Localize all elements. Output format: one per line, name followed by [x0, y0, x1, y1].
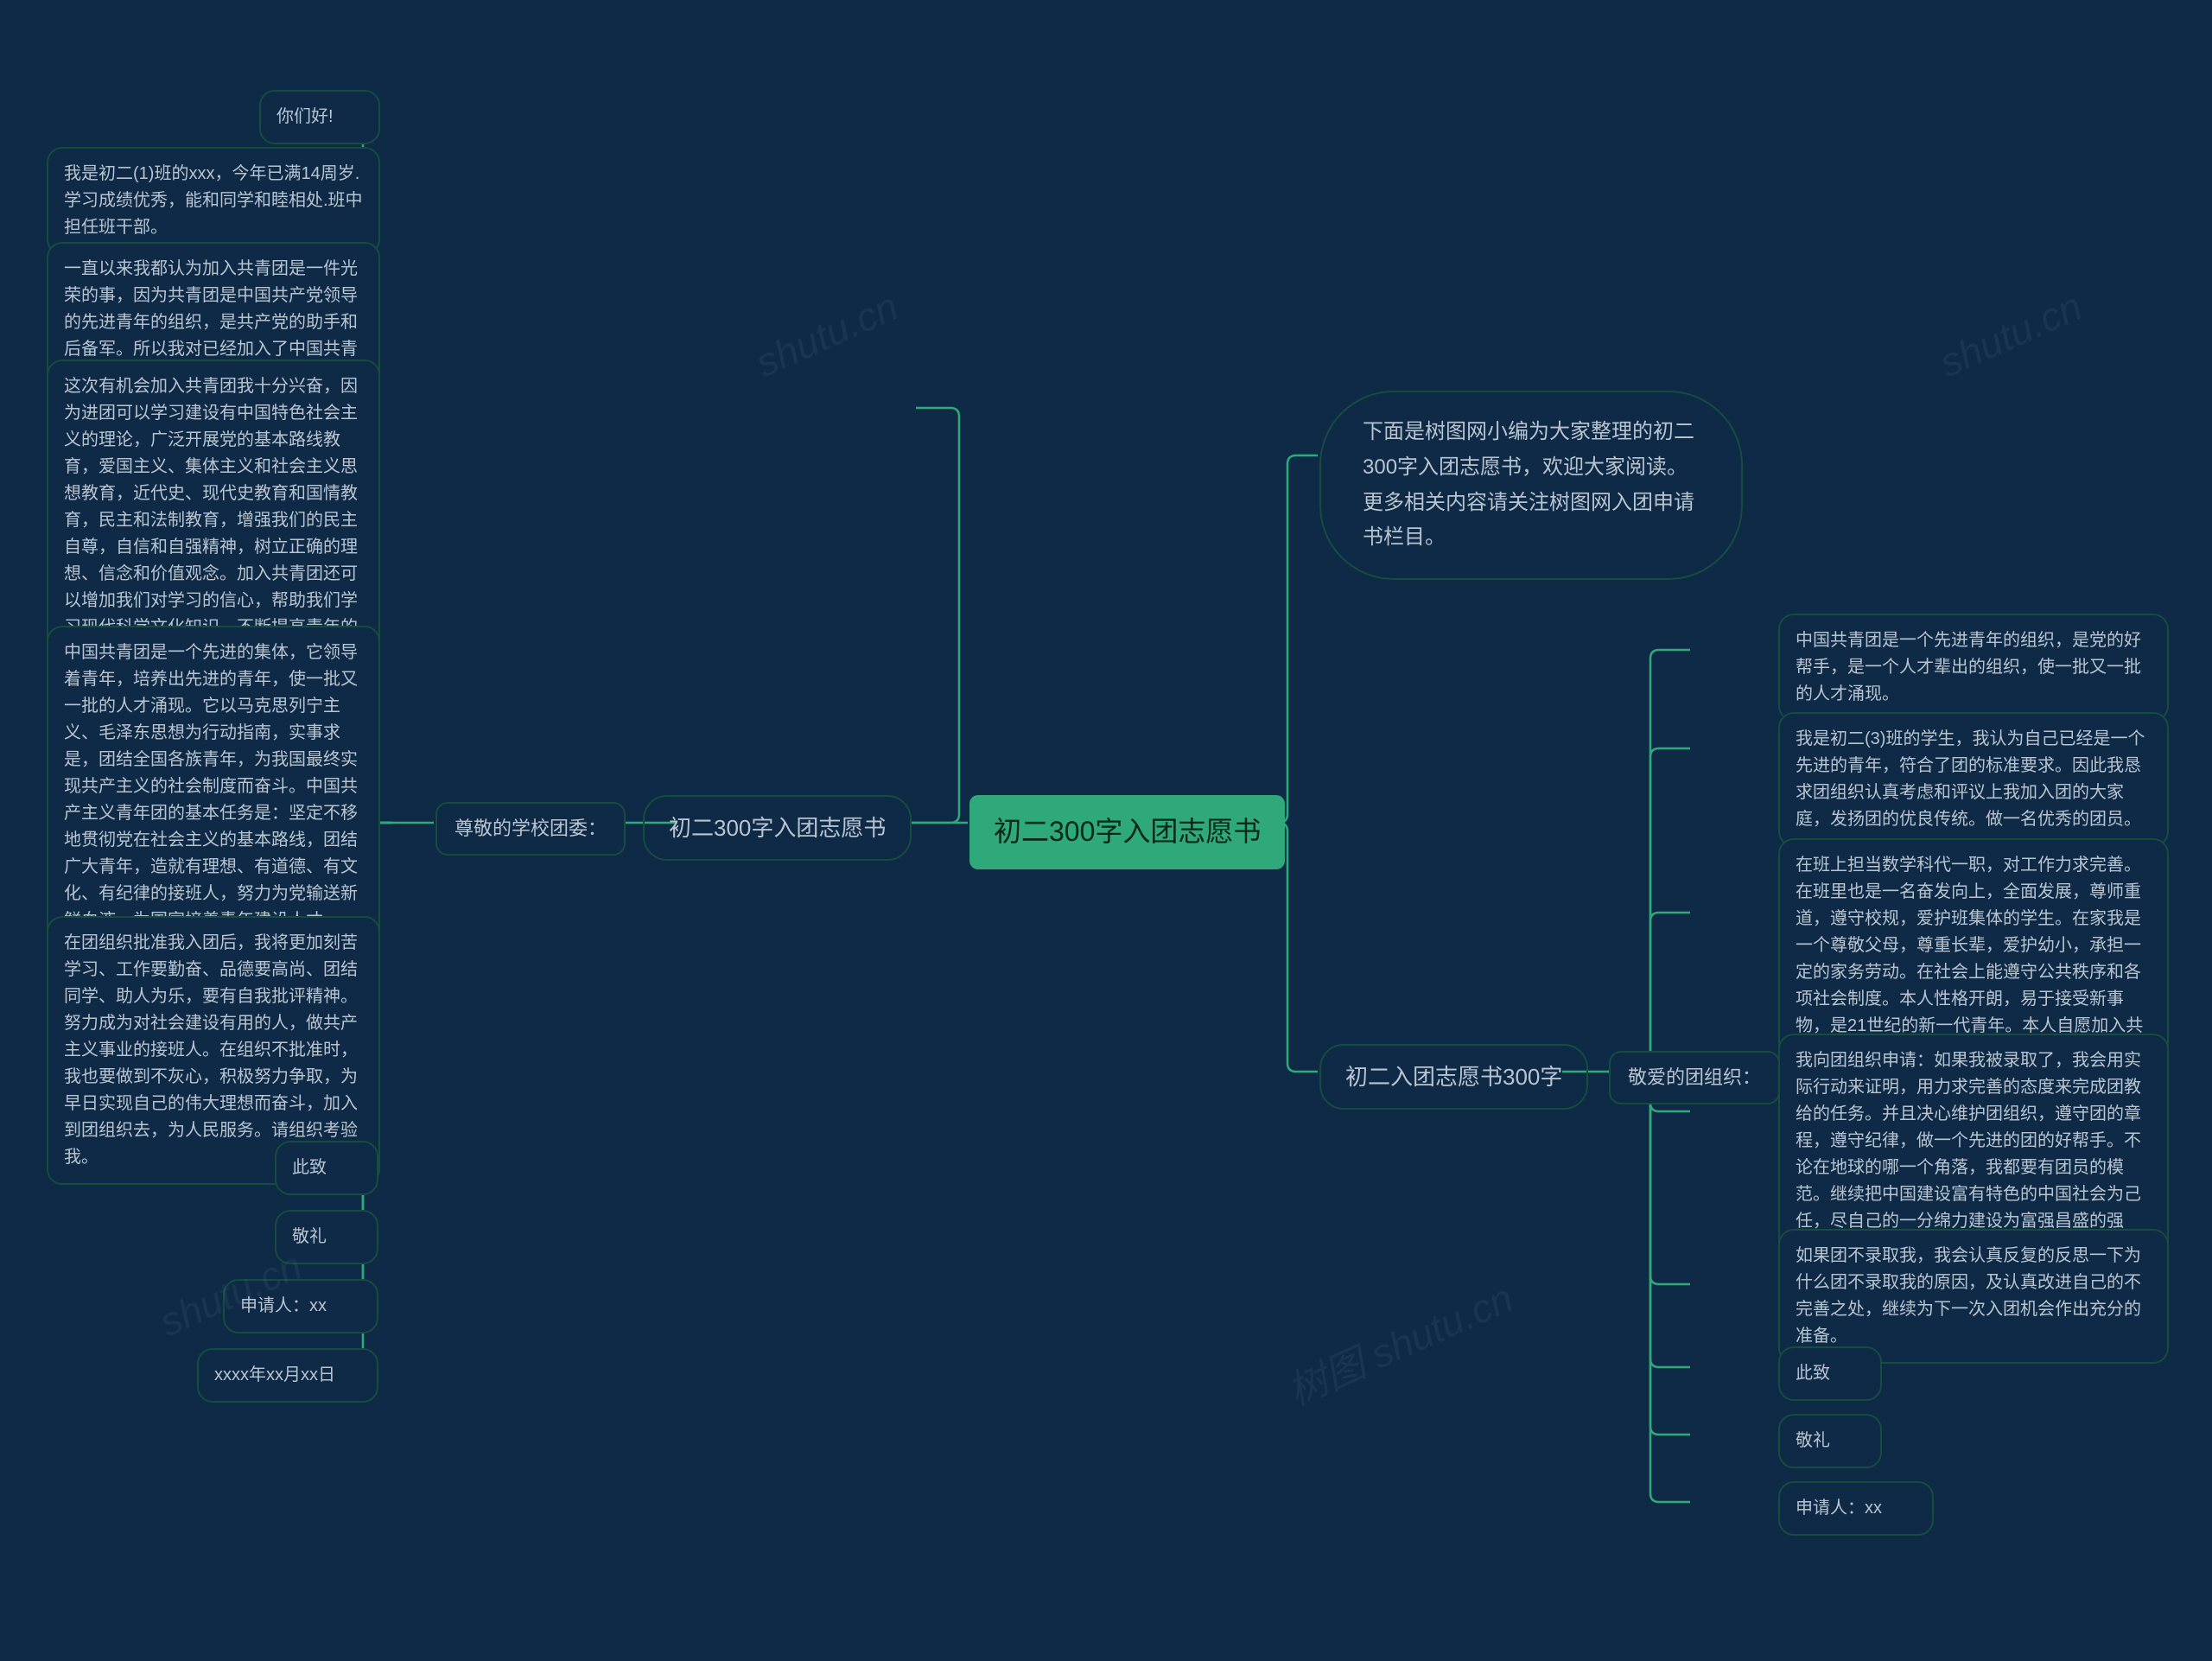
right-leaf-1[interactable]: 我是初二(3)班的学生，我认为自己已经是一个先进的青年，符合了团的标准要求。因此…: [1778, 712, 2169, 847]
right-leaf-2-text: 在班上担当数学科代一职，对工作力求完善。在班里也是一名奋发向上，全面发展，尊师重…: [1796, 856, 2143, 1062]
right-leaf-6[interactable]: 敬礼: [1778, 1414, 1882, 1468]
watermark: 树图 shutu.cn: [1278, 1267, 1521, 1417]
left-branch-sub[interactable]: 尊敬的学校团委：: [435, 802, 626, 856]
left-sub-text: 尊敬的学校团委：: [454, 818, 607, 839]
right-branch-title[interactable]: 初二入团志愿书300字: [1319, 1044, 1588, 1110]
right-leaf-0[interactable]: 中国共青团是一个先进青年的组织，是党的好帮手，是一个人才辈出的组织，使一批又一批…: [1778, 614, 2169, 722]
left-title-text: 初二300字入团志愿书: [669, 815, 886, 841]
right-leaf-7-text: 申请人：xx: [1796, 1499, 1882, 1518]
left-branch-title[interactable]: 初二300字入团志愿书: [643, 795, 912, 861]
left-leaf-6[interactable]: 此致: [275, 1141, 378, 1195]
right-title-text: 初二入团志愿书300字: [1345, 1064, 1562, 1090]
left-leaf-0-text: 你们好!: [276, 107, 334, 126]
right-leaf-3-text: 我向团组织申请：如果我被录取了，我会用实际行动来证明，用力求完善的态度来完成团教…: [1796, 1051, 2141, 1257]
left-leaf-5-text: 在团组织批准我入团后，我将更加刻苦学习、工作要勤奋、品德要高尚、团结同学、助人为…: [64, 933, 358, 1167]
intro-text: 下面是树图网小编为大家整理的初二300字入团志愿书，欢迎大家阅读。更多相关内容请…: [1363, 420, 1694, 549]
right-sub-text: 敬爱的团组织：: [1628, 1066, 1761, 1088]
right-branch-sub[interactable]: 敬爱的团组织：: [1609, 1051, 1780, 1104]
right-leaf-7[interactable]: 申请人：xx: [1778, 1481, 1934, 1536]
left-leaf-8-text: 申请人：xx: [240, 1296, 327, 1315]
intro-node[interactable]: 下面是树图网小编为大家整理的初二300字入团志愿书，欢迎大家阅读。更多相关内容请…: [1319, 391, 1743, 580]
right-leaf-6-text: 敬礼: [1796, 1431, 1830, 1450]
root-title: 初二300字入团志愿书: [994, 816, 1261, 847]
left-leaf-4-text: 中国共青团是一个先进的集体，它领导着青年，培养出先进的青年，使一批又一批的人才涌…: [64, 643, 358, 957]
left-leaf-1[interactable]: 我是初二(1)班的xxx，今年已满14周岁.学习成绩优秀，能和同学和睦相处.班中…: [47, 147, 380, 255]
left-leaf-7-text: 敬礼: [292, 1227, 327, 1246]
right-leaf-1-text: 我是初二(3)班的学生，我认为自己已经是一个先进的青年，符合了团的标准要求。因此…: [1796, 729, 2145, 829]
watermark: shutu.cn: [1933, 283, 2089, 386]
left-leaf-6-text: 此致: [292, 1158, 327, 1177]
watermark: shutu.cn: [749, 283, 906, 386]
left-leaf-7[interactable]: 敬礼: [275, 1210, 378, 1264]
left-leaf-1-text: 我是初二(1)班的xxx，今年已满14周岁.学习成绩优秀，能和同学和睦相处.班中…: [64, 164, 363, 237]
right-leaf-0-text: 中国共青团是一个先进青年的组织，是党的好帮手，是一个人才辈出的组织，使一批又一批…: [1796, 631, 2141, 703]
left-leaf-0[interactable]: 你们好!: [259, 90, 380, 144]
root-node[interactable]: 初二300字入团志愿书: [969, 795, 1285, 869]
right-leaf-4-text: 如果团不录取我，我会认真反复的反思一下为什么团不录取我的原因，及认真改进自己的不…: [1796, 1246, 2141, 1346]
left-leaf-9[interactable]: xxxx年xx月xx日: [197, 1348, 378, 1403]
left-leaf-9-text: xxxx年xx月xx日: [214, 1365, 335, 1384]
right-leaf-5[interactable]: 此致: [1778, 1346, 1882, 1401]
right-leaf-5-text: 此致: [1796, 1364, 1830, 1383]
right-leaf-4[interactable]: 如果团不录取我，我会认真反复的反思一下为什么团不录取我的原因，及认真改进自己的不…: [1778, 1229, 2169, 1364]
left-leaf-8[interactable]: 申请人：xx: [223, 1279, 378, 1333]
